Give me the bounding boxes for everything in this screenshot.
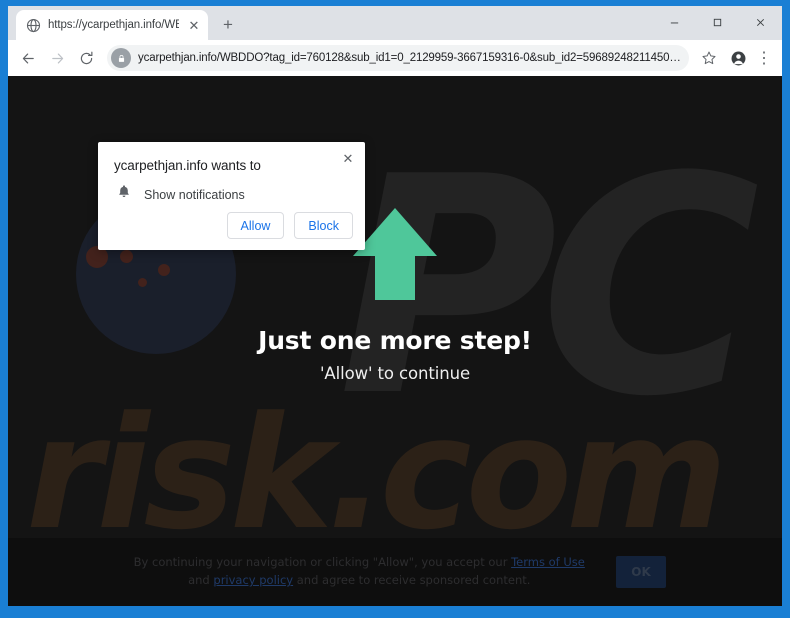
window-controls [653, 6, 782, 38]
terms-of-use-link[interactable]: Terms of Use [511, 555, 585, 569]
lock-icon[interactable] [111, 48, 131, 68]
allow-button[interactable]: Allow [226, 212, 285, 239]
consent-banner: By continuing your navigation or clickin… [8, 538, 782, 606]
watermark-risk-text: risk.com [26, 383, 728, 564]
maximize-button[interactable] [696, 6, 739, 38]
star-icon[interactable] [696, 45, 722, 71]
tab-close-icon[interactable]: ✕ [186, 17, 202, 33]
notification-permission-dialog: ✕ ycarpethjan.info wants to Show notific… [98, 142, 365, 250]
dialog-permission-label: Show notifications [144, 187, 245, 202]
chrome-menu-icon[interactable]: ⋮ [752, 45, 776, 71]
block-button[interactable]: Block [294, 212, 353, 239]
forward-button[interactable] [43, 44, 71, 72]
consent-text-part-2: and [188, 573, 214, 587]
desktop-background: https://ycarpethjan.info/WBDDO ✕ + [0, 0, 790, 618]
minimize-button[interactable] [653, 6, 696, 38]
browser-toolbar: ycarpethjan.info/WBDDO?tag_id=760128&sub… [8, 40, 782, 76]
new-tab-button[interactable]: + [214, 11, 242, 39]
browser-window: https://ycarpethjan.info/WBDDO ✕ + [8, 6, 782, 606]
consent-text-part-1: By continuing your navigation or clickin… [133, 555, 512, 570]
consent-text-part-3: and agree to receive sponsored content. [293, 573, 531, 587]
dialog-close-icon[interactable]: ✕ [339, 149, 357, 167]
url-text: ycarpethjan.info/WBDDO?tag_id=760128&sub… [138, 52, 681, 64]
bell-icon [116, 184, 132, 205]
page-viewport: PC risk.com Just one more step! 'Allow' … [8, 76, 782, 606]
tab-title: https://ycarpethjan.info/WBDDO [48, 19, 179, 31]
globe-icon [26, 18, 41, 33]
consent-text: By continuing your navigation or clickin… [124, 554, 594, 590]
page-title: Just one more step! [258, 326, 532, 355]
privacy-policy-link[interactable]: privacy policy [213, 573, 293, 587]
address-bar[interactable]: ycarpethjan.info/WBDDO?tag_id=760128&sub… [107, 45, 689, 71]
page-subtitle: 'Allow' to continue [319, 364, 471, 383]
close-button[interactable] [739, 6, 782, 38]
dialog-actions: Allow Block [226, 212, 353, 239]
back-button[interactable] [14, 44, 42, 72]
profile-avatar-icon[interactable] [725, 45, 751, 71]
dialog-permission-row: Show notifications [114, 184, 349, 205]
browser-tab[interactable]: https://ycarpethjan.info/WBDDO ✕ [16, 10, 208, 40]
tab-strip: https://ycarpethjan.info/WBDDO ✕ + [8, 6, 782, 40]
reload-button[interactable] [72, 44, 100, 72]
consent-ok-button[interactable]: OK [616, 556, 666, 588]
dialog-origin-text: ycarpethjan.info wants to [114, 158, 261, 173]
